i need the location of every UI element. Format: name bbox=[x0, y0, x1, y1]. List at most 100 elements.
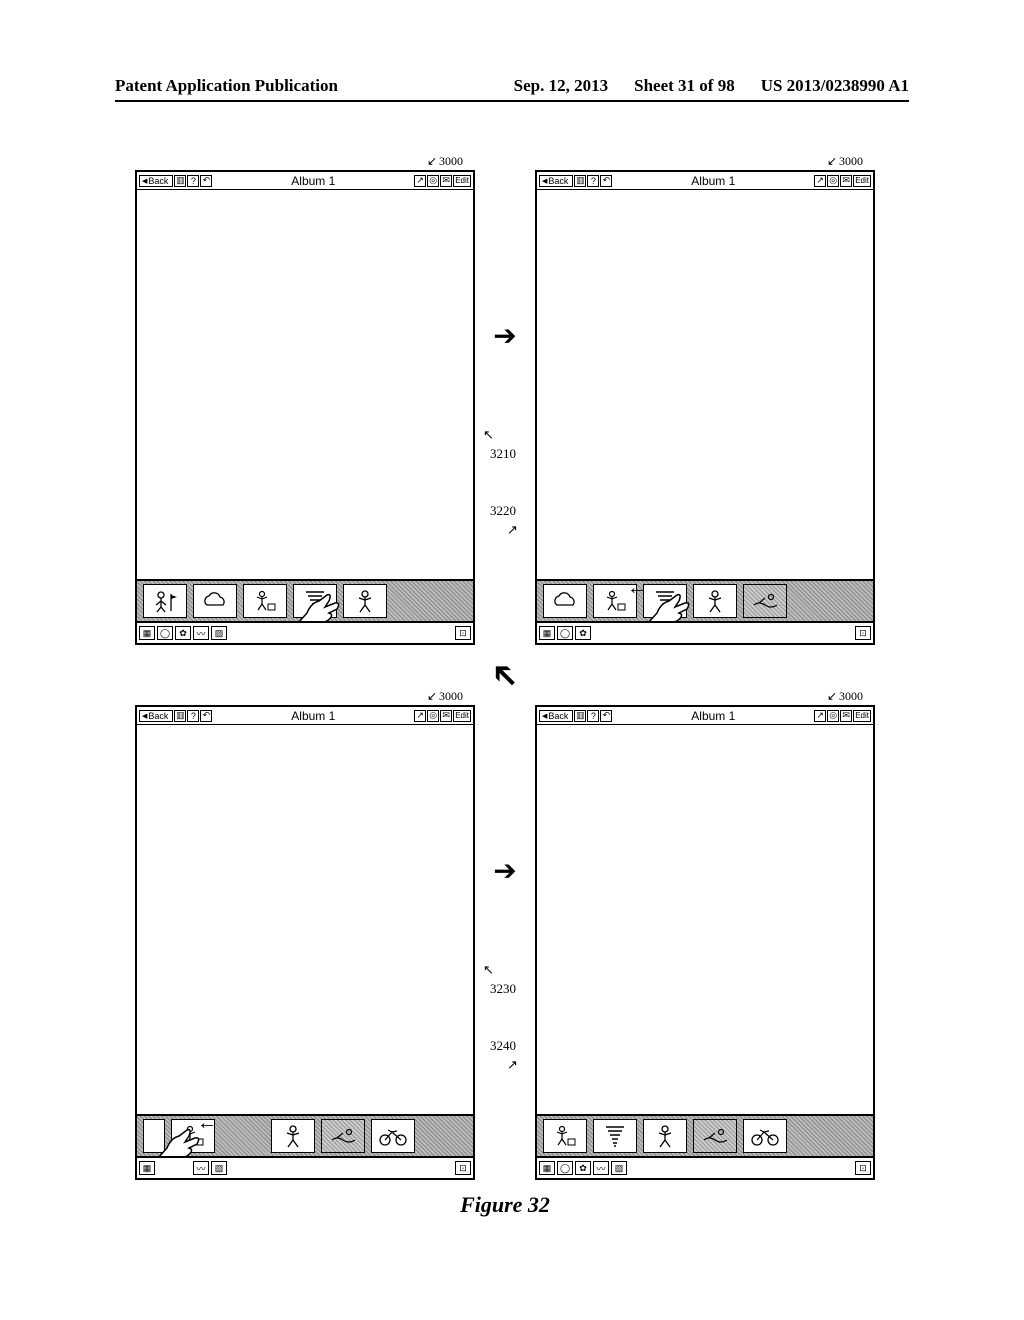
grid-icon[interactable]: ▦ bbox=[139, 626, 155, 640]
mail-icon[interactable]: ✉ bbox=[840, 710, 852, 722]
columns-icon[interactable]: ▥ bbox=[174, 710, 186, 722]
expand-icon[interactable]: ⊡ bbox=[455, 1161, 471, 1175]
export-icon[interactable]: ↗ bbox=[414, 175, 426, 187]
mail-icon[interactable]: ✉ bbox=[440, 710, 452, 722]
puzzle-icon[interactable]: ▨ bbox=[211, 1161, 227, 1175]
edit-button[interactable]: Edit bbox=[853, 710, 871, 722]
callout-3000: 3000 bbox=[427, 689, 463, 704]
device-bottom-right: 3000 Back ▥ ? ↶ Album 1 ↗ ◎ ✉ Edit bbox=[535, 705, 875, 1180]
thumb-tornado[interactable] bbox=[593, 1119, 637, 1153]
callout-3000: 3000 bbox=[827, 689, 863, 704]
thumbnail-strip[interactable] bbox=[137, 579, 473, 623]
wave-icon[interactable]: 〰 bbox=[193, 1161, 209, 1175]
arrow-down-left-icon: ➔ bbox=[481, 651, 529, 699]
thumb-person-flag[interactable] bbox=[143, 584, 187, 618]
bottom-bar: ▦ ◯ ✿ 〰 ▨ ⊡ bbox=[137, 1158, 473, 1178]
callout-leader: ↖ bbox=[483, 427, 494, 443]
wave-icon[interactable]: 〰 bbox=[593, 1161, 609, 1175]
photo-icon[interactable]: ◎ bbox=[427, 175, 439, 187]
thumb-swimmer[interactable] bbox=[321, 1119, 365, 1153]
thumb-person[interactable] bbox=[643, 1119, 687, 1153]
thumb-person[interactable] bbox=[693, 584, 737, 618]
photo-icon[interactable]: ◎ bbox=[827, 710, 839, 722]
columns-icon[interactable]: ▥ bbox=[174, 175, 186, 187]
undo-icon[interactable]: ↶ bbox=[200, 175, 212, 187]
export-icon[interactable]: ↗ bbox=[814, 710, 826, 722]
cloud-icon bbox=[550, 591, 580, 611]
photo-icon[interactable]: ◎ bbox=[427, 710, 439, 722]
globe-icon[interactable]: ◯ bbox=[557, 626, 573, 640]
edit-button[interactable]: Edit bbox=[853, 175, 871, 187]
swimmer-icon bbox=[701, 1126, 729, 1146]
arrow-right-icon: ➔ bbox=[493, 854, 516, 888]
globe-icon[interactable]: ◯ bbox=[557, 1161, 573, 1175]
export-icon[interactable]: ↗ bbox=[414, 710, 426, 722]
thumb-person[interactable] bbox=[271, 1119, 315, 1153]
expand-icon[interactable]: ⊡ bbox=[855, 626, 871, 640]
thumb-cloud[interactable] bbox=[543, 584, 587, 618]
canvas[interactable] bbox=[137, 725, 473, 1114]
expand-icon[interactable]: ⊡ bbox=[855, 1161, 871, 1175]
canvas[interactable] bbox=[537, 725, 873, 1114]
columns-icon[interactable]: ▥ bbox=[574, 175, 586, 187]
thumb-swimmer[interactable] bbox=[693, 1119, 737, 1153]
grid-icon[interactable]: ▦ bbox=[139, 1161, 155, 1175]
header-date: Sep. 12, 2013 bbox=[514, 76, 608, 96]
puzzle-icon[interactable]: ▨ bbox=[211, 626, 227, 640]
person-sub-icon bbox=[602, 589, 628, 613]
export-icon[interactable]: ↗ bbox=[814, 175, 826, 187]
thumbnail-strip[interactable]: ← bbox=[137, 1114, 473, 1158]
thumb-person[interactable] bbox=[343, 584, 387, 618]
thumb-partial[interactable] bbox=[143, 1119, 165, 1153]
canvas[interactable] bbox=[537, 190, 873, 579]
mail-icon[interactable]: ✉ bbox=[440, 175, 452, 187]
swimmer-icon bbox=[329, 1126, 357, 1146]
columns-icon[interactable]: ▥ bbox=[574, 710, 586, 722]
thumb-swimmer[interactable] bbox=[743, 584, 787, 618]
puzzle-icon[interactable]: ▨ bbox=[611, 1161, 627, 1175]
thumbnail-strip[interactable]: ← bbox=[537, 579, 873, 623]
back-button[interactable]: Back bbox=[539, 175, 573, 187]
figure: 3000 Back ▥ ? ↶ Album 1 ↗ ◎ ✉ Edit bbox=[135, 170, 875, 1180]
gear-icon[interactable]: ✿ bbox=[175, 626, 191, 640]
canvas[interactable] bbox=[137, 190, 473, 579]
undo-icon[interactable]: ↶ bbox=[600, 175, 612, 187]
gear-icon[interactable]: ✿ bbox=[575, 626, 591, 640]
undo-icon[interactable]: ↶ bbox=[600, 710, 612, 722]
thumb-tornado[interactable] bbox=[293, 584, 337, 618]
undo-icon[interactable]: ↶ bbox=[200, 710, 212, 722]
help-icon[interactable]: ? bbox=[587, 175, 599, 187]
bike-icon bbox=[750, 1126, 780, 1146]
photo-icon[interactable]: ◎ bbox=[827, 175, 839, 187]
help-icon[interactable]: ? bbox=[187, 175, 199, 187]
callout-3000: 3000 bbox=[427, 154, 463, 169]
thumb-bike[interactable] bbox=[371, 1119, 415, 1153]
back-button[interactable]: Back bbox=[139, 710, 173, 722]
edit-button[interactable]: Edit bbox=[453, 710, 471, 722]
thumb-bike[interactable] bbox=[743, 1119, 787, 1153]
thumbnail-strip[interactable] bbox=[537, 1114, 873, 1158]
back-button[interactable]: Back bbox=[539, 710, 573, 722]
page-title: Album 1 bbox=[691, 174, 735, 188]
expand-icon[interactable]: ⊡ bbox=[455, 626, 471, 640]
thumb-person-sub[interactable] bbox=[543, 1119, 587, 1153]
thumb-tornado[interactable] bbox=[643, 584, 687, 618]
grid-icon[interactable]: ▦ bbox=[539, 626, 555, 640]
callout-leader: ↖ bbox=[483, 962, 494, 978]
thumb-person-sub[interactable] bbox=[243, 584, 287, 618]
person-icon bbox=[282, 1124, 304, 1148]
thumb-cloud[interactable] bbox=[193, 584, 237, 618]
person-icon bbox=[654, 1124, 676, 1148]
help-icon[interactable]: ? bbox=[187, 710, 199, 722]
edit-button[interactable]: Edit bbox=[453, 175, 471, 187]
mail-icon[interactable]: ✉ bbox=[840, 175, 852, 187]
gear-icon[interactable]: ✿ bbox=[575, 1161, 591, 1175]
back-button[interactable]: Back bbox=[139, 175, 173, 187]
callout-leader: ↗ bbox=[507, 1057, 518, 1073]
globe-icon[interactable]: ◯ bbox=[157, 626, 173, 640]
toolbar: Back ▥ ? ↶ Album 1 ↗ ◎ ✉ Edit bbox=[537, 172, 873, 190]
header-left: Patent Application Publication bbox=[115, 76, 338, 96]
help-icon[interactable]: ? bbox=[587, 710, 599, 722]
grid-icon[interactable]: ▦ bbox=[539, 1161, 555, 1175]
wave-icon[interactable]: 〰 bbox=[193, 626, 209, 640]
